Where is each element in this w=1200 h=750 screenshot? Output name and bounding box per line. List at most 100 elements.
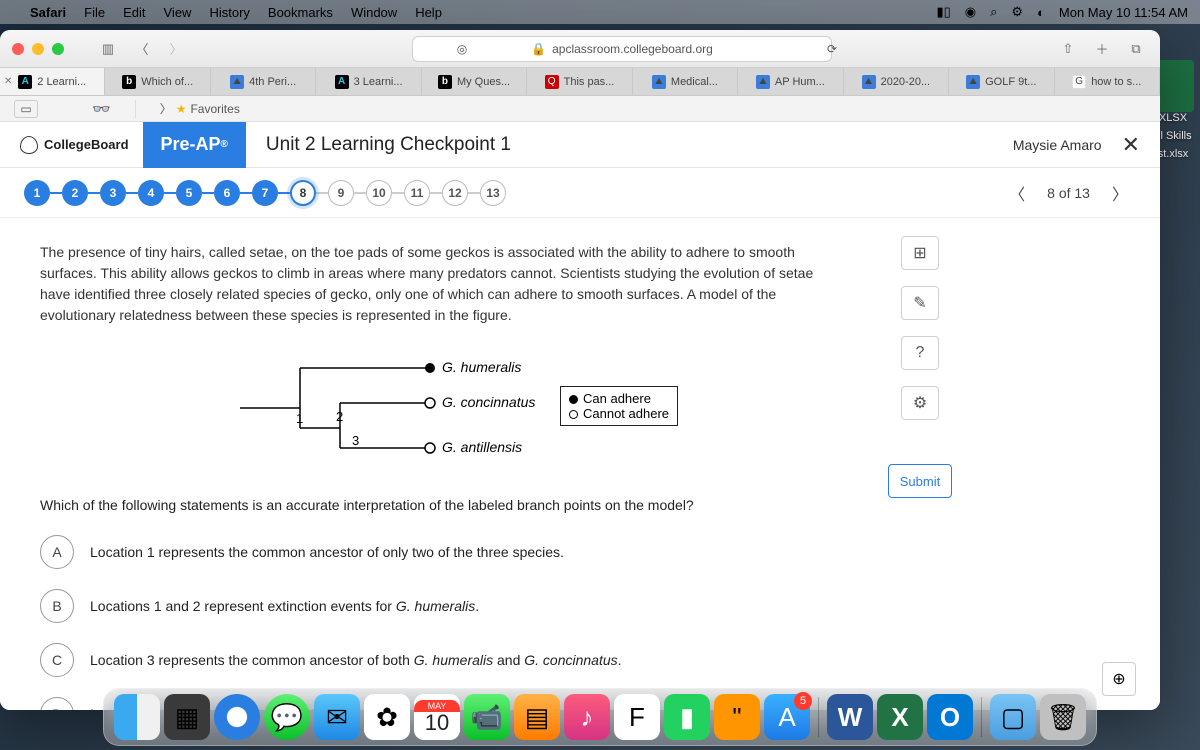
question-pill[interactable]: 4 [138,180,164,206]
glasses-icon[interactable]: 👓 [92,100,111,118]
lock-icon: 🔒 [531,42,546,56]
dock-fontbook[interactable]: F [614,694,660,740]
browser-tab[interactable]: GOLF 9t... [949,68,1054,95]
help-icon[interactable]: ? [901,336,939,370]
dock-facetime[interactable]: 📹 [464,694,510,740]
cb-header: CollegeBoard Pre-AP® Unit 2 Learning Che… [0,122,1160,168]
share-icon[interactable]: ⇧ [1056,39,1080,59]
browser-tab[interactable]: A3 Learni... [316,68,421,95]
question-pills: 1 2 3 4 5 6 7 8 9 10 11 12 13 [24,180,506,206]
dock-excel[interactable]: X [877,694,923,740]
question-pill[interactable]: 10 [366,180,392,206]
dock-launchpad[interactable]: ▦ [164,694,210,740]
forward-button[interactable]: 〉 [164,39,188,59]
browser-tab[interactable]: 2020-20... [844,68,949,95]
titlebar: ▥ 〈 〉 ◎ 🔒 apclassroom.collegeboard.org ⟳… [0,30,1160,68]
dock-downloads[interactable]: ▢ [990,694,1036,740]
question-pill[interactable]: 1 [24,180,50,206]
question-pill[interactable]: 12 [442,180,468,206]
sidebar-toggle-icon[interactable]: ▥ [96,39,120,59]
minimize-window-button[interactable] [32,43,44,55]
dock-photos[interactable]: ✿ [364,694,410,740]
answer-option[interactable]: B Locations 1 and 2 represent extinction… [40,589,840,623]
app-menu[interactable]: Safari [30,5,66,20]
zoom-icon[interactable]: ⊕ [1102,662,1136,696]
question-pill[interactable]: 2 [62,180,88,206]
fullscreen-window-button[interactable] [52,43,64,55]
browser-tab[interactable]: 4th Peri... [211,68,316,95]
question-pill[interactable]: 13 [480,180,506,206]
dock-mail[interactable]: ✉ [314,694,360,740]
answer-list: A Location 1 represents the common ances… [40,535,840,710]
highlight-icon[interactable]: ✎ [901,286,939,320]
back-button[interactable]: 〈 [130,39,154,59]
progress-bar: 1 2 3 4 5 6 7 8 9 10 11 12 13 〈 8 of 13 … [0,168,1160,218]
menu-help[interactable]: Help [415,5,442,20]
user-name[interactable]: Maysie Amaro [1013,137,1102,153]
dock-trash[interactable]: 🗑 [1040,694,1086,740]
menu-history[interactable]: History [209,5,249,20]
answer-option[interactable]: A Location 1 represents the common ances… [40,535,840,569]
tab-bar: ✕A2 Learni... bWhich of... 4th Peri... A… [0,68,1160,96]
dock-pages[interactable]: " [714,694,760,740]
close-tab-icon[interactable]: ✕ [4,76,12,87]
settings-icon[interactable]: ⚙ [901,386,939,420]
taxon-label: G. concinnatus [442,394,535,410]
question-pill-current[interactable]: 8 [290,180,316,206]
browser-tab[interactable]: ✕A2 Learni... [0,68,105,95]
dock-app[interactable]: ▤ [514,694,560,740]
question-pill[interactable]: 11 [404,180,430,206]
dock-calendar[interactable]: MAY 10 [414,694,460,740]
battery-icon[interactable]: ▮▯ [936,4,950,20]
close-assessment-button[interactable]: ✕ [1122,132,1140,158]
prev-question-button[interactable]: 〈 [1001,177,1033,209]
search-icon[interactable]: ⌕ [990,4,997,20]
dock: ▦ 💬 ✉ ✿ MAY 10 📹 ▤ ♪ F ▮ " A5 W X O ▢ 🗑 [103,688,1097,746]
dock-numbers[interactable]: ▮ [664,694,710,740]
question-pill[interactable]: 6 [214,180,240,206]
dock-outlook[interactable]: O [927,694,973,740]
favorites-folder[interactable]: 〉 ★ Favorites [160,100,240,117]
dock-messages[interactable]: 💬 [264,694,310,740]
book-icon[interactable]: ▭ [14,100,38,118]
address-bar[interactable]: ◎ 🔒 apclassroom.collegeboard.org ⟳ [412,36,832,62]
tabs-icon[interactable]: ⧉ [1124,39,1148,59]
next-question-button[interactable]: 〉 [1104,177,1136,209]
browser-tab[interactable]: AP Hum... [738,68,843,95]
question-pill[interactable]: 9 [328,180,354,206]
dock-appstore[interactable]: A5 [764,694,810,740]
favorites-bar: ▭ 👓 〉 ★ Favorites [0,96,1160,122]
browser-tab[interactable]: Ghow to s... [1055,68,1160,95]
menu-file[interactable]: File [84,5,105,20]
menu-edit[interactable]: Edit [123,5,145,20]
new-tab-icon[interactable]: ＋ [1090,39,1114,59]
menu-view[interactable]: View [164,5,192,20]
close-window-button[interactable] [12,43,24,55]
siri-icon[interactable]: ◐ [1037,5,1045,20]
collegeboard-logo[interactable]: CollegeBoard [20,136,129,154]
browser-tab[interactable]: bMy Ques... [422,68,527,95]
dock-safari[interactable] [214,694,260,740]
question-pill[interactable]: 3 [100,180,126,206]
clock[interactable]: Mon May 10 11:54 AM [1059,5,1188,20]
reload-icon[interactable]: ⟳ [827,42,837,56]
mac-menubar: Safari File Edit View History Bookmarks … [0,0,1200,24]
browser-tab[interactable]: Medical... [633,68,738,95]
question-pill[interactable]: 7 [252,180,278,206]
menu-window[interactable]: Window [351,5,397,20]
dock-word[interactable]: W [827,694,873,740]
calculator-icon[interactable]: ⊞ [901,236,939,270]
phylogeny-diagram: 1 G. humeralis 2 G. c [180,348,700,471]
question-pill[interactable]: 5 [176,180,202,206]
dock-finder[interactable] [114,694,160,740]
menu-bookmarks[interactable]: Bookmarks [268,5,333,20]
browser-tab[interactable]: QThis pas... [527,68,632,95]
wifi-icon[interactable]: ◉ [965,4,976,20]
answer-option[interactable]: C Location 3 represents the common ances… [40,643,840,677]
taxon-label: G. humeralis [442,359,521,375]
browser-tab[interactable]: bWhich of... [105,68,210,95]
dock-music[interactable]: ♪ [564,694,610,740]
control-center-icon[interactable]: ⚙ [1011,4,1023,20]
submit-button[interactable]: Submit [888,464,952,498]
answer-text: Locations 1 and 2 represent extinction e… [90,598,479,614]
